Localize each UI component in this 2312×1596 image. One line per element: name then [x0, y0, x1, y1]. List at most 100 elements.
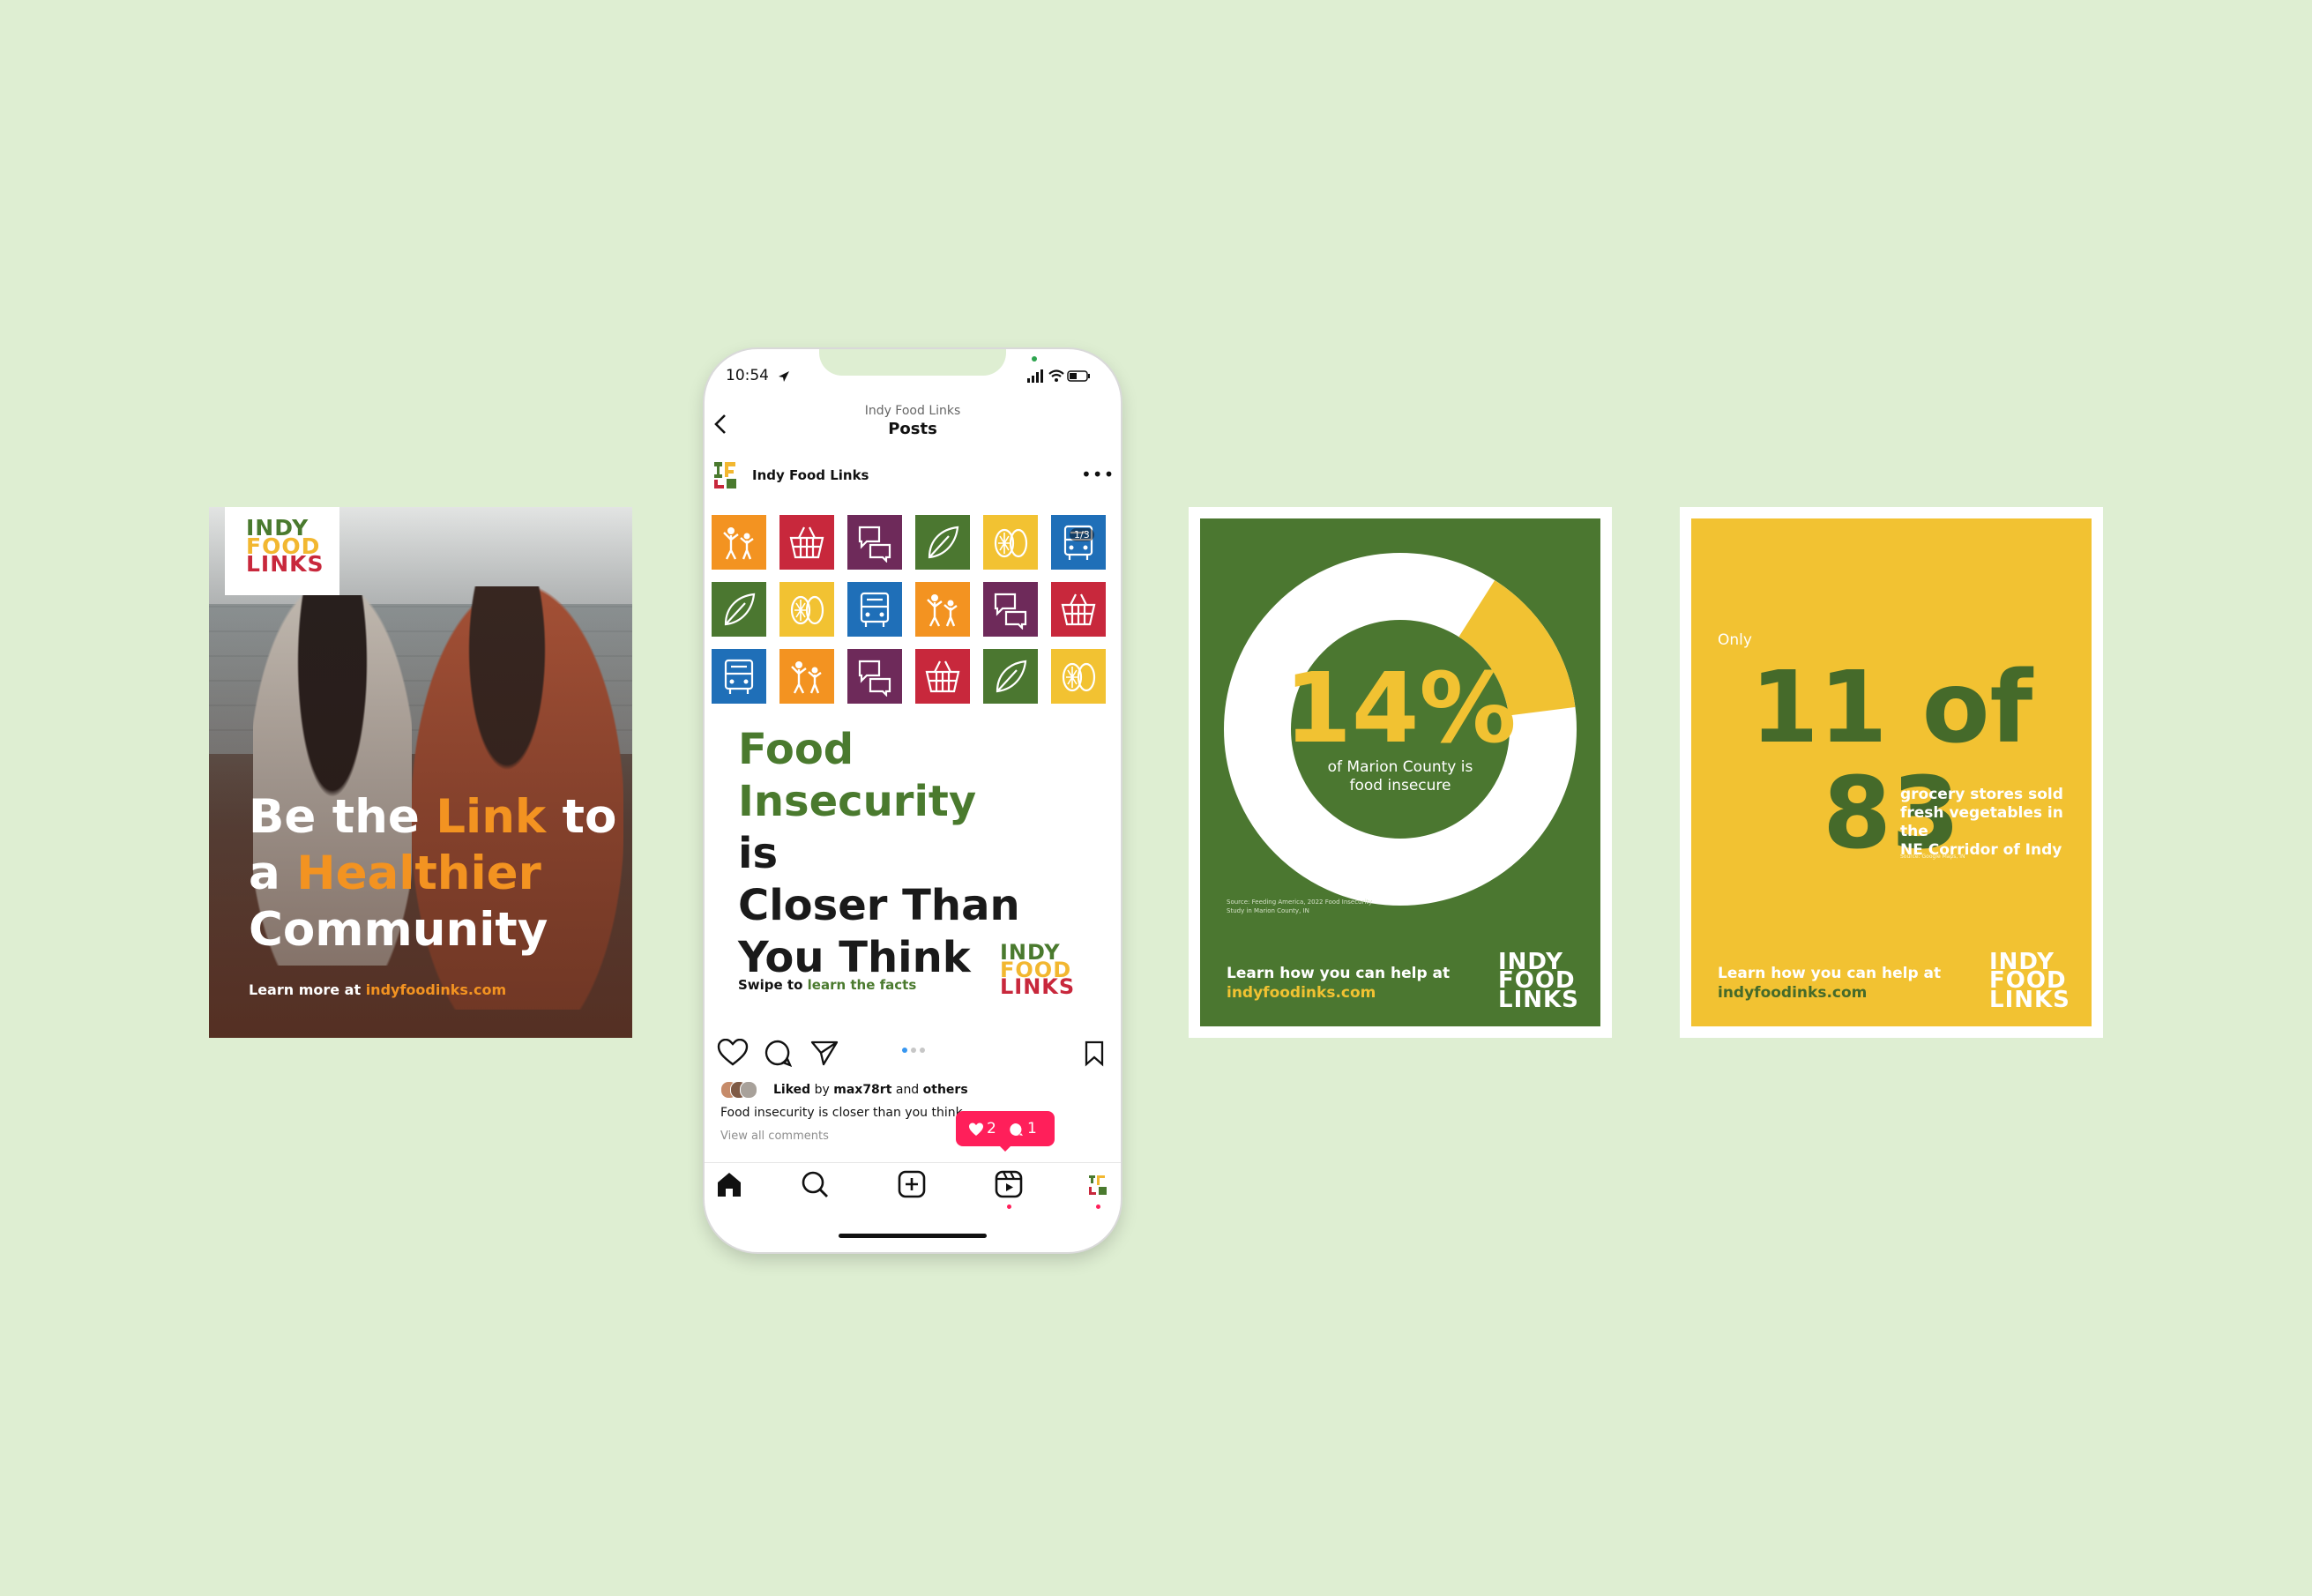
cta-url[interactable]: indyfoodinks.com	[1718, 983, 1941, 1003]
logo-line-3: LINKS	[246, 551, 324, 577]
cta-line: Learn how you can help at	[1227, 965, 1451, 982]
chat-icon	[994, 593, 1027, 630]
stat-description-line: fresh vegetables in the	[1900, 804, 2063, 840]
headline-text: is	[738, 829, 779, 878]
carousel-dot	[920, 1048, 925, 1053]
liked-others[interactable]: others	[923, 1083, 968, 1097]
logo-line-3: LINKS	[1000, 974, 1076, 1000]
swipe-text: Swipe to	[738, 977, 808, 993]
liked-user[interactable]: max78rt	[833, 1083, 891, 1097]
lemon-tile	[779, 582, 834, 637]
basket-icon	[925, 660, 960, 693]
liked-by-text: Liked by max78rt and others	[773, 1083, 968, 1097]
profile-badge-dot	[1096, 1204, 1100, 1209]
chat-tile	[847, 649, 902, 704]
headline-green-word: Food	[738, 725, 854, 774]
source-note: Source: Google Maps, IN	[1900, 854, 1965, 860]
leaf-icon	[928, 526, 959, 559]
bookmark-icon[interactable]	[1084, 1040, 1105, 1067]
logo-line-3: LINKS	[1989, 986, 2070, 1013]
family-tile	[712, 515, 766, 570]
green-card-body: 14% of Marion County is food insecure So…	[1200, 518, 1600, 1026]
chat-tile	[847, 515, 902, 570]
post-logo: INDY FOOD LINKS	[1000, 942, 1076, 1000]
carousel-dot	[911, 1048, 916, 1053]
yellow-card-body: Only 11 of 83 grocery stores sold fresh …	[1691, 518, 2092, 1026]
headline-text: Be the	[249, 790, 436, 844]
nav-divider	[705, 1162, 1121, 1163]
account-avatar[interactable]	[714, 462, 741, 488]
stat-percent: 14%	[1284, 652, 1517, 764]
swipe-prompt: Swipe to learn the facts	[738, 977, 916, 993]
basket-tile	[1051, 582, 1106, 637]
family-icon	[791, 661, 822, 694]
home-icon[interactable]	[714, 1169, 744, 1199]
stat-description-line: grocery stores sold	[1900, 786, 2063, 803]
basket-tile	[915, 649, 970, 704]
home-indicator	[839, 1234, 987, 1238]
stat-description-line: food insecure	[1349, 777, 1451, 794]
headline-highlight-healthier: Healthier	[296, 846, 541, 900]
avatar	[740, 1081, 757, 1099]
bus-icon	[860, 592, 890, 627]
liked-by-word: by	[814, 1083, 830, 1097]
stat-prefix: Only	[1718, 631, 1752, 649]
learn-more-url[interactable]: indyfoodinks.com	[366, 981, 506, 998]
leaf-tile	[915, 515, 970, 570]
poster-card: INDY FOOD LINKS Be the Link to a Healthi…	[209, 507, 632, 1038]
status-icons	[1027, 369, 1090, 383]
location-arrow-icon	[779, 371, 789, 382]
poster-learn-more: Learn more at indyfoodinks.com	[249, 981, 506, 998]
notif-pointer	[998, 1145, 1012, 1152]
brand-logo-white: INDY FOOD LINKS	[1498, 951, 1579, 1013]
comment-bubble-icon[interactable]	[764, 1040, 792, 1068]
bus-tile	[712, 649, 766, 704]
post-headline: Food Insecurity is Closer Than You Think	[738, 724, 1029, 984]
leaf-tile	[712, 582, 766, 637]
cta-url[interactable]: indyfoodinks.com	[1227, 983, 1450, 1003]
phone-notch	[819, 349, 1006, 376]
bus-tile	[1051, 515, 1106, 570]
logo-line-3: LINKS	[1498, 986, 1579, 1013]
leaf-icon	[996, 660, 1027, 693]
learn-more-text: Learn more at	[249, 981, 366, 998]
like-heart-icon[interactable]	[717, 1039, 749, 1067]
search-icon[interactable]	[800, 1169, 830, 1199]
reels-icon[interactable]	[994, 1169, 1024, 1199]
brand-logo-white: INDY FOOD LINKS	[1989, 951, 2070, 1013]
cta-text: Learn how you can help at indyfoodinks.c…	[1227, 964, 1450, 1003]
activity-notification[interactable]: 2 1	[956, 1111, 1055, 1152]
stat-description: of Marion County is food insecure	[1200, 758, 1600, 795]
liked-avatars	[720, 1081, 757, 1099]
reels-badge-dot	[1007, 1204, 1011, 1209]
camera-indicator	[1032, 356, 1037, 362]
status-time: 10:54	[726, 367, 769, 384]
stat-card-yellow: Only 11 of 83 grocery stores sold fresh …	[1680, 507, 2103, 1038]
lemon-icon	[994, 528, 1028, 558]
bus-tile	[847, 582, 902, 637]
leaf-tile	[983, 649, 1038, 704]
view-comments-link[interactable]: View all comments	[720, 1130, 829, 1143]
new-post-icon[interactable]	[897, 1169, 927, 1199]
swipe-link[interactable]: learn the facts	[808, 977, 917, 993]
more-options-icon[interactable]: •••	[1081, 464, 1115, 485]
signal-icon	[1027, 369, 1043, 383]
phone-mockup: 10:54 Indy Food Links Posts Indy Food Li…	[705, 349, 1121, 1252]
profile-tab-avatar[interactable]	[1089, 1175, 1108, 1195]
family-tile	[779, 649, 834, 704]
bus-icon	[724, 659, 754, 694]
brand-logo: INDY FOOD LINKS	[225, 507, 339, 595]
poster-headline: Be the Link to a Healthier Community	[249, 789, 619, 958]
share-send-icon[interactable]	[810, 1040, 839, 1066]
family-icon	[723, 527, 754, 560]
headline-text: Closer Than	[738, 881, 1020, 930]
account-name[interactable]: Indy Food Links	[752, 467, 869, 483]
heart-filled-icon	[969, 1122, 983, 1136]
liked-label: Liked	[773, 1083, 811, 1097]
cta-text: Learn how you can help at indyfoodinks.c…	[1718, 964, 1941, 1003]
battery-icon	[1067, 370, 1090, 382]
stat-description-line: of Marion County is	[1327, 758, 1473, 776]
source-note: Source: Feeding America, 2022 Food Insec…	[1227, 899, 1373, 914]
lemon-icon	[1062, 662, 1096, 692]
headline-green-word: Insecurity	[738, 777, 977, 826]
